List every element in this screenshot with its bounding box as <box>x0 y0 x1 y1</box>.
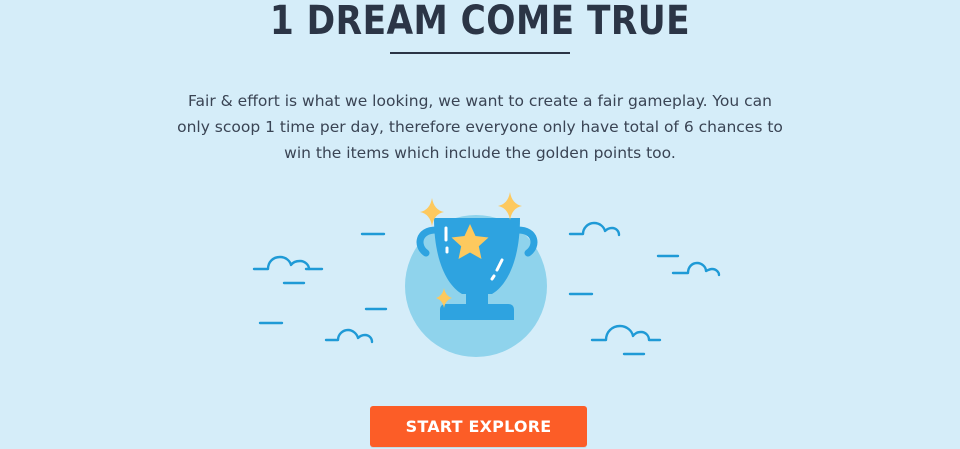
cloud-icon <box>671 261 721 277</box>
cloud-icon <box>324 328 374 344</box>
cloud-icon <box>568 221 621 237</box>
sparkle-star-icon <box>498 192 522 220</box>
section-title: 1 DREAM COME TRUE <box>269 0 691 44</box>
trophy-illustration <box>240 190 730 360</box>
start-explore-button[interactable]: START EXPLORE <box>370 406 587 447</box>
title-underline <box>390 52 570 54</box>
section-description: Fair & effort is what we looking, we wan… <box>177 92 783 162</box>
cloud-icon <box>590 324 662 342</box>
cloud-icon <box>252 255 311 271</box>
